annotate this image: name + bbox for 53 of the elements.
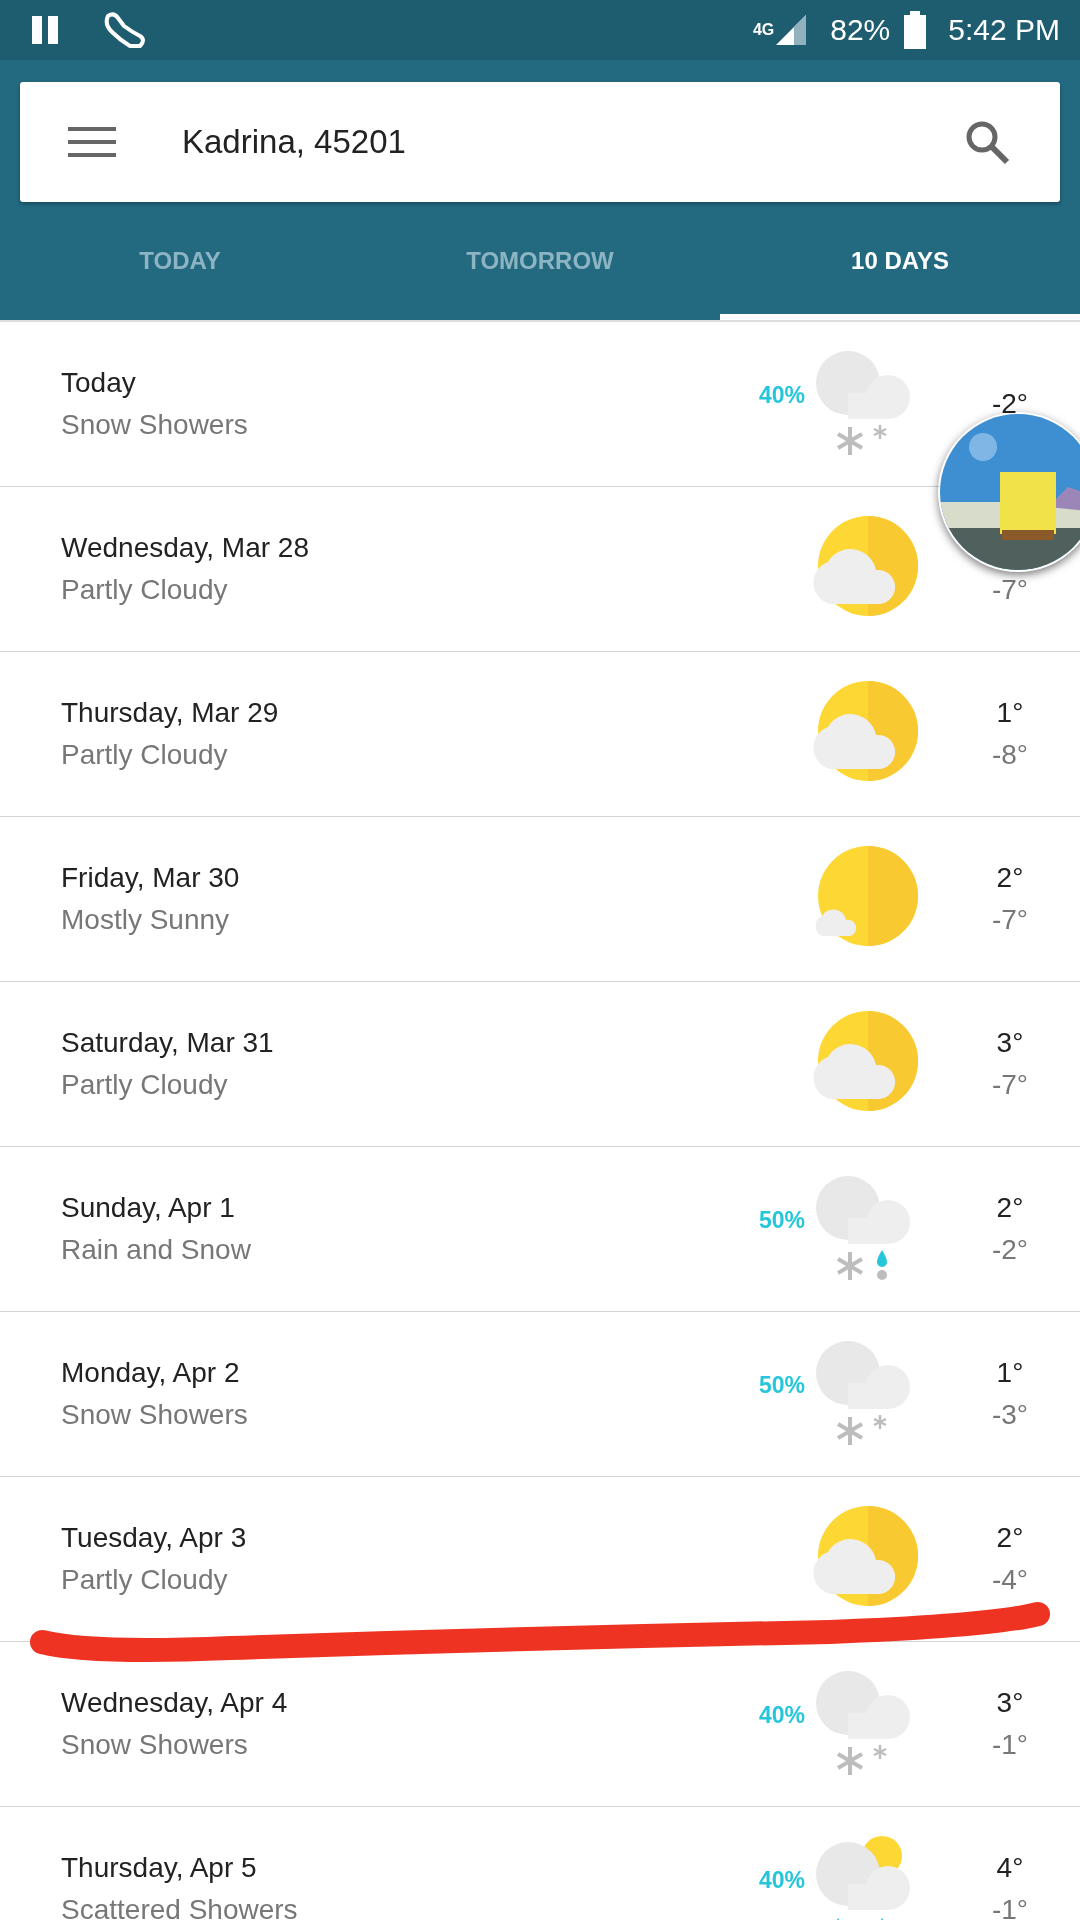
condition-label: Rain and Snow bbox=[61, 1234, 252, 1266]
high-temp: 2° bbox=[996, 1192, 1024, 1224]
low-temp: -7° bbox=[991, 574, 1029, 606]
condition-label: Snow Showers bbox=[61, 1399, 249, 1431]
low-temp: -1° bbox=[991, 1729, 1029, 1761]
condition-label: Mostly Sunny bbox=[61, 904, 231, 936]
precip-chance: 50% bbox=[757, 1206, 805, 1234]
precip-chance: 40% bbox=[757, 1866, 805, 1894]
condition-label: Snow Showers bbox=[61, 1729, 249, 1761]
low-temp: -7° bbox=[991, 1069, 1029, 1101]
condition-label: Scattered Showers bbox=[61, 1894, 299, 1920]
day-label: Wednesday, Apr 4 bbox=[61, 1687, 289, 1719]
low-temp: -1° bbox=[991, 1894, 1029, 1920]
search-bar[interactable]: Kadrina, 45201 bbox=[20, 82, 1060, 202]
high-temp: 1° bbox=[996, 697, 1024, 729]
day-label: Tuesday, Apr 3 bbox=[61, 1522, 248, 1554]
search-icon[interactable] bbox=[964, 119, 1010, 165]
precip-chance: 40% bbox=[757, 1701, 805, 1729]
condition-label: Snow Showers bbox=[61, 409, 249, 441]
day-label: Thursday, Mar 29 bbox=[61, 697, 280, 729]
precip-chance: 50% bbox=[757, 1371, 805, 1399]
location-text: Kadrina, 45201 bbox=[182, 123, 407, 161]
condition-label: Partly Cloudy bbox=[61, 739, 229, 771]
low-temp: -3° bbox=[991, 1399, 1029, 1431]
high-temp: 1° bbox=[996, 1357, 1024, 1389]
high-temp: 3° bbox=[996, 1027, 1024, 1059]
condition-label: Partly Cloudy bbox=[61, 574, 229, 606]
battery-percent: 82% bbox=[830, 13, 891, 47]
high-temp: 2° bbox=[996, 1522, 1024, 1554]
battery-icon bbox=[904, 11, 927, 49]
day-label: Thursday, Apr 5 bbox=[61, 1852, 258, 1884]
menu-icon[interactable] bbox=[68, 127, 116, 157]
low-temp: -4° bbox=[991, 1564, 1029, 1596]
day-label: Sunday, Apr 1 bbox=[61, 1192, 236, 1224]
high-temp: 3° bbox=[996, 1687, 1024, 1719]
signal-icon bbox=[774, 13, 809, 47]
day-label: Saturday, Mar 31 bbox=[61, 1027, 275, 1059]
condition-label: Partly Cloudy bbox=[61, 1069, 229, 1101]
precip-chance: 40% bbox=[757, 381, 805, 409]
condition-label: Partly Cloudy bbox=[61, 1564, 229, 1596]
day-label: Wednesday, Mar 28 bbox=[61, 532, 310, 564]
tab[interactable]: 10 DAYS bbox=[720, 202, 1080, 320]
low-temp: -2° bbox=[991, 1234, 1029, 1266]
low-temp: -8° bbox=[991, 739, 1029, 771]
high-temp: 4° bbox=[996, 1852, 1024, 1884]
day-label: Today bbox=[61, 367, 137, 399]
clock: 5:42 PM bbox=[948, 13, 1060, 47]
day-label: Monday, Apr 2 bbox=[61, 1357, 241, 1389]
network-type: 4G bbox=[752, 21, 775, 39]
day-label: Friday, Mar 30 bbox=[61, 862, 241, 894]
high-temp: -2° bbox=[991, 388, 1029, 420]
low-temp: -7° bbox=[991, 904, 1029, 936]
high-temp: 2° bbox=[996, 862, 1024, 894]
